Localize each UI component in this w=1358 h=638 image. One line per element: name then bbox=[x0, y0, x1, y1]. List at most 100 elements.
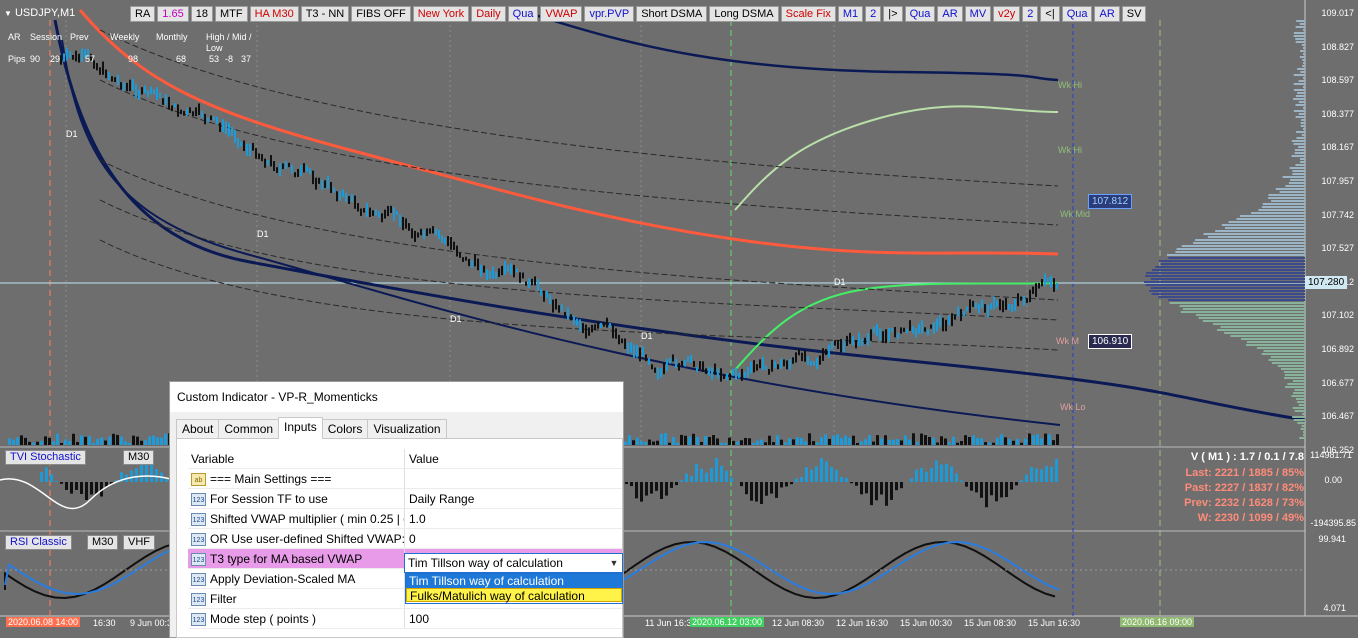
volume-profile-bar bbox=[1145, 284, 1305, 286]
symbol-dropdown-icon[interactable]: ▼ bbox=[4, 9, 12, 18]
toolbar-button[interactable]: Qua bbox=[507, 6, 539, 22]
candle bbox=[603, 321, 605, 327]
t3-type-select[interactable]: Tim Tillson way of calculation ▼ bbox=[404, 553, 623, 573]
volume-profile-bar bbox=[1268, 197, 1305, 199]
input-row[interactable]: ab === Main Settings === bbox=[188, 469, 622, 489]
candle bbox=[327, 175, 329, 190]
toolbar-button[interactable]: Scale Fix bbox=[780, 6, 836, 22]
candle bbox=[408, 223, 410, 231]
subwindow1-tf[interactable]: M30 bbox=[123, 450, 155, 465]
toolbar-button[interactable]: VWAP bbox=[540, 6, 583, 22]
toolbar-button[interactable]: vpr.PVP bbox=[584, 6, 635, 22]
tab-about[interactable]: About bbox=[176, 419, 220, 439]
candle bbox=[492, 266, 494, 279]
toolbar-button[interactable]: 18 bbox=[190, 6, 213, 22]
subwindow2-tf[interactable]: M30 bbox=[87, 535, 119, 550]
toolbar-button[interactable]: 1.65 bbox=[157, 6, 189, 22]
toolbar-button[interactable]: 2 bbox=[865, 6, 882, 22]
toolbar-button[interactable]: M1 bbox=[837, 6, 864, 22]
candle bbox=[402, 217, 404, 231]
input-row[interactable]: 123 Mode step ( points ) 100 bbox=[188, 609, 622, 629]
input-value[interactable] bbox=[405, 469, 622, 489]
candle bbox=[369, 207, 371, 217]
volume-profile-bar bbox=[1295, 164, 1305, 166]
volume-bar bbox=[60, 442, 63, 445]
input-value[interactable]: 100 bbox=[405, 609, 622, 629]
toolbar-button[interactable]: MTF bbox=[214, 6, 248, 22]
column-value[interactable]: Value bbox=[405, 449, 622, 469]
candle bbox=[990, 302, 992, 310]
dropdown-option-tim-tillson[interactable]: Tim Tillson way of calculation bbox=[406, 574, 622, 588]
wk-hi2-label: Wk Hi bbox=[1058, 145, 1082, 155]
input-row[interactable]: 123 For Session TF to use Daily Range bbox=[188, 489, 622, 509]
candle bbox=[207, 117, 209, 123]
tab-common[interactable]: Common bbox=[218, 419, 280, 439]
stochastic-bar bbox=[860, 482, 863, 495]
stochastic-bar bbox=[45, 467, 48, 482]
input-value[interactable]: 0 bbox=[405, 529, 622, 549]
input-value[interactable]: 1.0 bbox=[405, 509, 622, 529]
volume-bar bbox=[140, 440, 143, 445]
chevron-down-icon[interactable]: ▼ bbox=[606, 554, 622, 572]
toolbar-button[interactable]: RA bbox=[130, 6, 156, 22]
volume-profile-bar bbox=[1295, 38, 1305, 40]
input-row[interactable]: 123 OR Use user-defined Shifted VWAP: r..… bbox=[188, 529, 622, 549]
volume-profile-bar bbox=[1241, 338, 1305, 340]
session-marker: D1 bbox=[257, 229, 269, 239]
candle bbox=[285, 161, 287, 170]
subwindow1-name[interactable]: TVI Stochastic bbox=[5, 450, 86, 465]
toolbar-button[interactable]: Qua bbox=[1061, 6, 1093, 22]
candle bbox=[981, 299, 983, 309]
subwindow2-extra[interactable]: VHF bbox=[123, 535, 155, 550]
stochastic-bar bbox=[55, 480, 58, 482]
candle bbox=[468, 258, 470, 267]
volume-bar bbox=[908, 439, 911, 445]
toolbar-button[interactable]: v2y bbox=[993, 6, 1021, 22]
candle bbox=[822, 348, 824, 361]
tab-visualization[interactable]: Visualization bbox=[367, 419, 447, 439]
input-row[interactable]: 123 Shifted VWAP multiplier ( min 0.25 | … bbox=[188, 509, 622, 529]
stats-row-label: Pips bbox=[8, 54, 26, 64]
toolbar-button[interactable]: AR bbox=[1094, 6, 1120, 22]
candle bbox=[447, 236, 449, 247]
volume-bar bbox=[148, 436, 151, 445]
toolbar-button[interactable]: <| bbox=[1040, 6, 1060, 22]
volume-profile-bar bbox=[1296, 401, 1305, 403]
candle bbox=[204, 113, 206, 125]
toolbar-button[interactable]: Long DSMA bbox=[709, 6, 779, 22]
candle bbox=[876, 323, 878, 337]
time-label: 15 Jun 00:30 bbox=[900, 618, 953, 628]
candle bbox=[192, 111, 194, 117]
toolbar-button[interactable]: MV bbox=[964, 6, 992, 22]
toolbar-button[interactable]: FIBS OFF bbox=[351, 6, 411, 22]
toolbar-button[interactable]: SV bbox=[1121, 6, 1147, 22]
volume-bar bbox=[752, 442, 755, 445]
stochastic-bar bbox=[85, 482, 88, 500]
column-variable[interactable]: Variable bbox=[188, 449, 405, 469]
tab-colors[interactable]: Colors bbox=[321, 419, 369, 439]
t3-type-dropdown-list: Tim Tillson way of calculation Fulks/Mat… bbox=[405, 573, 623, 604]
toolbar-button[interactable]: New York bbox=[412, 6, 470, 22]
candle bbox=[624, 338, 626, 350]
volume-profile-bar bbox=[1299, 56, 1305, 58]
subwindow2-name[interactable]: RSI Classic bbox=[5, 535, 72, 550]
toolbar-button[interactable]: HA M30 bbox=[249, 6, 299, 22]
toolbar-button[interactable]: T3 - NN bbox=[300, 6, 350, 22]
toolbar-button[interactable]: |> bbox=[883, 6, 903, 22]
volume-profile-bar bbox=[1202, 320, 1305, 322]
toolbar-button[interactable]: Short DSMA bbox=[636, 6, 708, 22]
volume-profile-bar bbox=[1300, 122, 1305, 124]
volume-profile-bar bbox=[1150, 287, 1305, 289]
dropdown-option-fulks-matulich[interactable]: Fulks/Matulich way of calculation bbox=[406, 588, 622, 603]
volume-profile-bar bbox=[1203, 233, 1305, 235]
volume-bar bbox=[996, 437, 999, 445]
tab-inputs[interactable]: Inputs bbox=[278, 417, 323, 439]
toolbar-button[interactable]: Qua bbox=[904, 6, 936, 22]
candle bbox=[636, 344, 638, 358]
candle bbox=[642, 346, 644, 357]
input-value[interactable]: Daily Range bbox=[405, 489, 622, 509]
toolbar-button[interactable]: 2 bbox=[1022, 6, 1039, 22]
candle bbox=[234, 129, 236, 144]
toolbar-button[interactable]: AR bbox=[937, 6, 963, 22]
toolbar-button[interactable]: Daily bbox=[471, 6, 506, 22]
